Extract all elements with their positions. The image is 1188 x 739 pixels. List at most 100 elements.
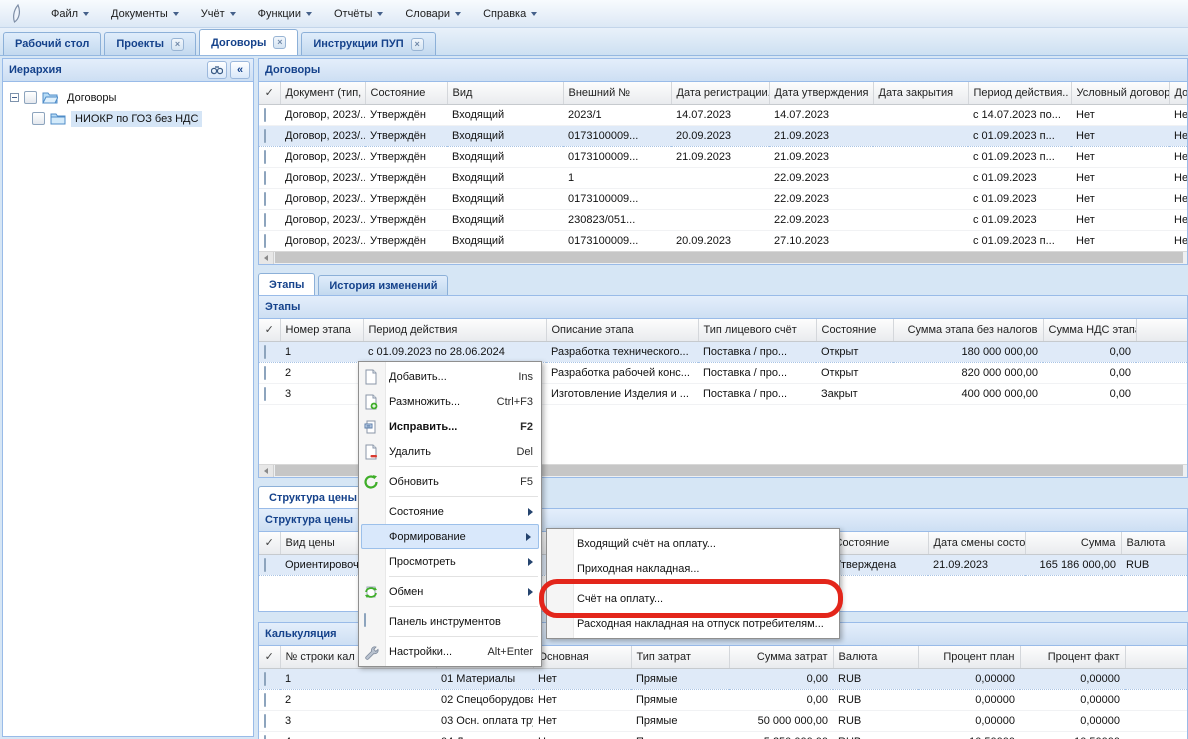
row-checkbox[interactable]	[264, 213, 266, 227]
row-checkbox[interactable]	[264, 735, 266, 739]
menubar-item[interactable]: Словари	[394, 4, 472, 24]
search-button[interactable]	[207, 61, 227, 79]
menu-item-add[interactable]: Добавить... Ins	[359, 364, 541, 389]
menubar-item[interactable]: Учёт	[190, 4, 247, 24]
column-header[interactable]: Состояние	[816, 319, 893, 341]
column-header[interactable]: Вид	[447, 82, 563, 104]
row-checkbox[interactable]	[264, 129, 266, 143]
menu-item-refresh[interactable]: Обновить F5	[359, 469, 541, 494]
row-checkbox[interactable]	[264, 366, 266, 380]
column-header[interactable]: Документ (тип, №	[280, 82, 365, 104]
menubar-item[interactable]: Файл	[40, 4, 100, 24]
submenu-item-receipt-note[interactable]: Приходная накладная...	[547, 556, 839, 581]
collapse-panel-button[interactable]: «	[230, 61, 250, 79]
menubar-item[interactable]: Документы	[100, 4, 190, 24]
table-row[interactable]: Договор, 2023/...УтверждёнВходящий2023/1…	[259, 104, 1187, 125]
table-row[interactable]: Договор, 2023/...УтверждёнВходящий122.09…	[259, 167, 1187, 188]
column-header[interactable]: Сумма эт	[1136, 319, 1187, 341]
check-column-header[interactable]: ✓	[259, 319, 280, 341]
row-checkbox[interactable]	[264, 234, 266, 248]
row-checkbox[interactable]	[264, 345, 266, 359]
column-header[interactable]: Тип затрат	[631, 646, 729, 668]
row-checkbox[interactable]	[264, 387, 266, 401]
column-header[interactable]: Сумма	[1025, 532, 1121, 554]
column-header[interactable]: Основная	[533, 646, 631, 668]
column-header[interactable]: Внешний №	[563, 82, 671, 104]
menubar-item[interactable]: Функции	[247, 4, 323, 24]
collapse-node-icon[interactable]	[10, 93, 19, 102]
stages-tab[interactable]: История изменений	[318, 275, 448, 295]
table-row[interactable]: Договор, 2023/...УтверждёнВходящий017310…	[259, 125, 1187, 146]
row-checkbox[interactable]	[264, 672, 266, 686]
row-checkbox[interactable]	[32, 112, 45, 125]
row-checkbox[interactable]	[24, 91, 37, 104]
submenu-item-dispatch-note[interactable]: Расходная накладная на отпуск потребител…	[547, 611, 839, 636]
table-row[interactable]: 1с 01.09.2023 по 28.06.2024Разработка те…	[259, 341, 1187, 362]
table-row[interactable]: 101 МатериалыНетПрямые0,00RUB0,000000,00…	[259, 668, 1187, 689]
contracts-hscrollbar[interactable]	[259, 251, 1187, 264]
column-header[interactable]: Сумма затрат	[729, 646, 833, 668]
main-tab[interactable]: Инструкции ПУП×	[301, 32, 435, 55]
tree-node-root[interactable]: Договоры	[3, 87, 253, 108]
row-checkbox[interactable]	[264, 108, 266, 122]
menu-item-generate[interactable]: Формирование	[361, 524, 539, 549]
row-checkbox[interactable]	[264, 192, 266, 206]
check-column-header[interactable]: ✓	[259, 532, 280, 554]
menu-item-settings[interactable]: Настройки... Alt+Enter	[359, 639, 541, 664]
table-row[interactable]: Договор, 2023/...УтверждёнВходящий017310…	[259, 146, 1187, 167]
scrollbar-thumb[interactable]	[275, 252, 1183, 263]
table-row[interactable]: 202 СпецоборудованиеНетПрямые0,00RUB0,00…	[259, 689, 1187, 710]
menu-item-state[interactable]: Состояние	[359, 499, 541, 524]
menu-item-exchange[interactable]: Обмен	[359, 579, 541, 604]
tree-node-child[interactable]: НИОКР по ГОЗ без НДС	[3, 108, 253, 129]
submenu-item-payment-invoice[interactable]: Счёт на оплату...	[547, 586, 839, 611]
column-header[interactable]: Состояние	[829, 532, 928, 554]
tab-price-structure[interactable]: Структура цены	[258, 486, 368, 508]
column-header[interactable]: Условный договор	[1071, 82, 1169, 104]
stages-tab[interactable]: Этапы	[258, 273, 315, 295]
menu-item-edit[interactable]: Исправить... F2	[359, 414, 541, 439]
check-column-header[interactable]: ✓	[259, 646, 280, 668]
row-checkbox[interactable]	[264, 150, 266, 164]
menu-item-view[interactable]: Просмотреть	[359, 549, 541, 574]
main-tab[interactable]: Проекты×	[104, 32, 196, 55]
row-checkbox[interactable]	[264, 558, 266, 572]
column-header[interactable]: Сумма этапа без налогов	[893, 319, 1043, 341]
main-tab[interactable]: Договоры×	[199, 29, 298, 55]
column-header[interactable]: Тип лицевого счёт	[698, 319, 816, 341]
column-header[interactable]: Дата закрытия	[873, 82, 968, 104]
column-header[interactable]: Номер этапа	[280, 319, 363, 341]
column-header[interactable]	[1125, 646, 1187, 668]
column-header[interactable]: Состояние	[365, 82, 447, 104]
submenu-item-incoming-invoice[interactable]: Входящий счёт на оплату...	[547, 531, 839, 556]
table-row[interactable]: 303 Осн. оплата трудаНетПрямые50 000 000…	[259, 710, 1187, 731]
table-row[interactable]: Договор, 2023/...УтверждёнВходящий017310…	[259, 188, 1187, 209]
close-tab-icon[interactable]: ×	[411, 38, 424, 51]
menu-item-toolbar[interactable]: Панель инструментов	[359, 609, 541, 634]
column-header[interactable]: Период действия..	[968, 82, 1071, 104]
column-header[interactable]: Дата смены состояния	[928, 532, 1025, 554]
menubar-item[interactable]: Справка	[472, 4, 548, 24]
column-header[interactable]: Процент план	[918, 646, 1020, 668]
column-header[interactable]: Валюта	[833, 646, 918, 668]
menubar-item[interactable]: Отчёты	[323, 4, 394, 24]
table-row[interactable]: 404 Доп. оплата трудаНетПрямые5 250 000,…	[259, 731, 1187, 739]
check-column-header[interactable]: ✓	[259, 82, 280, 104]
column-header[interactable]: Описание этапа	[546, 319, 698, 341]
menu-item-duplicate[interactable]: Размножить... Ctrl+F3	[359, 389, 541, 414]
row-checkbox[interactable]	[264, 714, 266, 728]
menu-item-delete[interactable]: Удалить Del	[359, 439, 541, 464]
column-header[interactable]: Валюта	[1121, 532, 1187, 554]
table-row[interactable]: Договор, 2023/...УтверждёнВходящий017310…	[259, 230, 1187, 251]
column-header[interactable]: Сумма НДС этапа	[1043, 319, 1136, 341]
column-header[interactable]: Период действия	[363, 319, 546, 341]
row-checkbox[interactable]	[264, 171, 266, 185]
main-tab[interactable]: Рабочий стол	[3, 32, 101, 55]
table-row[interactable]: Договор, 2023/...УтверждёнВходящий230823…	[259, 209, 1187, 230]
close-tab-icon[interactable]: ×	[171, 38, 184, 51]
scroll-left-button[interactable]	[259, 465, 274, 477]
column-header[interactable]: Процент факт	[1020, 646, 1125, 668]
column-header[interactable]: Дог	[1169, 82, 1187, 104]
column-header[interactable]: Дата утверждения	[769, 82, 873, 104]
row-checkbox[interactable]	[264, 693, 266, 707]
